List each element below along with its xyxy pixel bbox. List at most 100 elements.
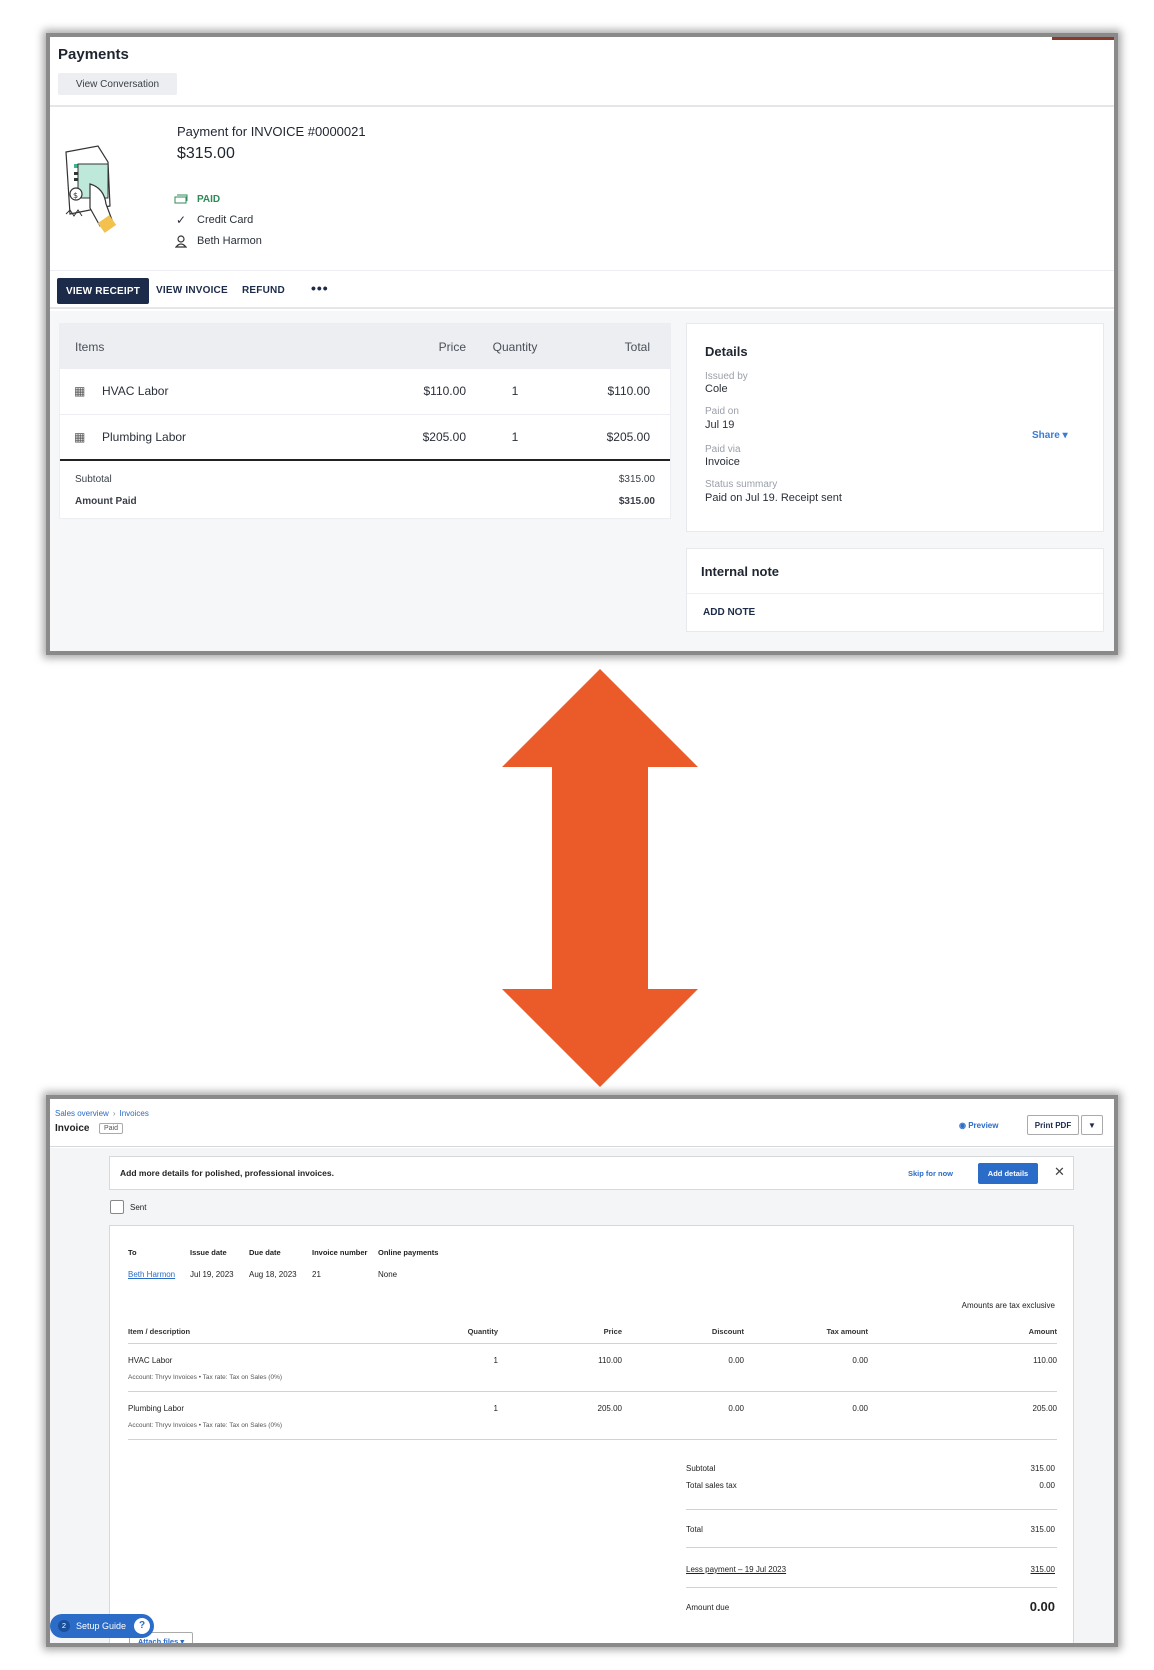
customer-name: Beth Harmon — [197, 235, 262, 247]
tax-note: Amounts are tax exclusive — [961, 1301, 1055, 1310]
action-bar: VIEW RECEIPT VIEW INVOICE REFUND ••• — [50, 271, 1114, 309]
chevron-down-icon[interactable]: ▼ — [1081, 1115, 1103, 1135]
header-quantity: Quantity — [492, 340, 538, 354]
item-quantity: 1 — [493, 1356, 498, 1365]
item-quantity: 1 — [493, 1404, 498, 1413]
receipt-illustration-icon: $ — [65, 145, 117, 233]
status-summary-label: Status summary — [705, 479, 778, 490]
invoice-number-label: Invoice number — [312, 1248, 368, 1257]
item-discount: 0.00 — [728, 1404, 744, 1413]
invoice-header: Sales overview › Invoices Invoice Paid ◉ P… — [50, 1099, 1114, 1147]
add-details-button[interactable]: Add details — [978, 1163, 1038, 1184]
item-account: Account: Thryv Invoices • Tax rate: Tax … — [128, 1374, 283, 1381]
page-title: Payments — [58, 46, 129, 63]
preview-label: Preview — [968, 1121, 999, 1130]
header-total: Total — [624, 340, 650, 354]
issued-by-value: Cole — [705, 383, 728, 395]
customer-row: Beth Harmon — [173, 234, 262, 248]
header-price: Price — [603, 1327, 622, 1336]
subtotal-value: 315.00 — [1030, 1464, 1055, 1473]
sales-tax-label: Total sales tax — [686, 1481, 737, 1490]
internal-note-card: Internal note ADD NOTE — [686, 548, 1104, 632]
less-payment-link[interactable]: Less payment – 19 Jul 2023 — [686, 1565, 786, 1574]
status-summary-value: Paid on Jul 19. Receipt sent — [705, 492, 842, 504]
header-amount: Amount — [1028, 1327, 1057, 1336]
invoice-number-value: 21 — [312, 1270, 321, 1279]
svg-text:$: $ — [73, 191, 78, 200]
preview-button[interactable]: ◉ Preview — [959, 1121, 998, 1130]
header-item: Item / description — [128, 1327, 191, 1336]
calendar-icon: ▦ — [74, 384, 86, 398]
page-title: Invoice — [55, 1123, 90, 1134]
setup-guide-button[interactable]: 2 Setup Guide ? — [50, 1614, 154, 1638]
to-label: To — [128, 1248, 137, 1257]
item-total: $205.00 — [606, 430, 650, 444]
print-pdf-button[interactable]: Print PDF — [1027, 1115, 1079, 1135]
table-row: HVAC Labor Account: Thryv Invoices • Tax… — [128, 1344, 1057, 1392]
view-receipt-button[interactable]: VIEW RECEIPT — [57, 278, 149, 304]
amount-due-label: Amount due — [686, 1603, 730, 1612]
details-banner: Add more details for polished, professio… — [109, 1156, 1074, 1190]
item-amount: 205.00 — [1032, 1404, 1057, 1413]
table-header: Item / description Quantity Price Discou… — [128, 1320, 1057, 1344]
less-payment-value[interactable]: 315.00 — [1031, 1565, 1055, 1574]
status-row: PAID — [173, 192, 220, 206]
item-name: HVAC Labor — [128, 1356, 173, 1365]
payment-summary: $ Payment for INVOICE #0000021 $315.00 P… — [50, 109, 1114, 271]
table-row: Plumbing Labor Account: Thryv Invoices •… — [128, 1392, 1057, 1440]
subtotal-label: Subtotal — [686, 1464, 716, 1473]
header-tax: Tax amount — [826, 1327, 868, 1336]
item-discount: 0.00 — [728, 1356, 744, 1365]
chevron-down-icon: ▾ — [1062, 430, 1068, 441]
item-name: Plumbing Labor — [128, 1404, 185, 1413]
arrow-shape — [502, 669, 698, 1087]
refund-link[interactable]: REFUND — [242, 285, 285, 296]
view-conversation-button[interactable]: View Conversation — [58, 73, 177, 95]
paid-on-label: Paid on — [705, 406, 739, 417]
invoice-card: To Issue date Due date Invoice number On… — [109, 1225, 1074, 1643]
invoice-panel: Sales overview › Invoices Invoice Paid ◉ P… — [46, 1095, 1118, 1647]
banner-text: Add more details for polished, professio… — [120, 1168, 334, 1178]
help-icon: ? — [134, 1618, 150, 1634]
header-price: Price — [438, 340, 466, 354]
header-discount: Discount — [711, 1327, 744, 1336]
check-icon: ✓ — [175, 213, 187, 227]
breadcrumb-sales-overview[interactable]: Sales overview — [55, 1109, 109, 1118]
method-row: ✓ Credit Card — [173, 213, 253, 227]
paid-on-value: Jul 19 — [705, 419, 735, 431]
issue-date-label: Issue date — [190, 1248, 227, 1257]
skip-for-now-link[interactable]: Skip for now — [908, 1169, 953, 1178]
header-items: Items — [75, 340, 105, 354]
sent-checkbox[interactable] — [110, 1200, 124, 1214]
setup-guide-count: 2 — [58, 1620, 70, 1632]
share-dropdown[interactable]: Share ▾ — [1032, 430, 1068, 441]
item-price: $110.00 — [423, 384, 467, 398]
invoice-body: Add more details for polished, professio… — [50, 1148, 1114, 1643]
status-badge: Paid — [99, 1123, 124, 1134]
divider — [686, 1547, 1057, 1548]
add-note-link[interactable]: ADD NOTE — [703, 607, 755, 618]
payments-header: Payments View Conversation — [50, 37, 1114, 107]
chevron-right-icon: › — [112, 1109, 116, 1118]
customer-link[interactable]: Beth Harmon — [128, 1270, 175, 1279]
item-tax: 0.00 — [852, 1404, 868, 1413]
breadcrumb: Sales overview › Invoices — [55, 1109, 149, 1118]
amount-paid-value: $315.00 — [618, 496, 655, 507]
calendar-icon: ▦ — [74, 430, 86, 444]
amount-due-value: 0.00 — [1029, 1599, 1055, 1614]
user-icon — [173, 234, 189, 248]
sent-label: Sent — [130, 1203, 147, 1212]
total-label: Total — [686, 1525, 703, 1534]
total-value: 315.00 — [1030, 1525, 1055, 1534]
details-card: Details Issued by Cole Paid on Jul 19 Sh… — [686, 323, 1104, 532]
setup-guide-label: Setup Guide — [76, 1621, 127, 1631]
items-table: Items Price Quantity Total ▦ HVAC Labor … — [59, 323, 671, 519]
close-icon[interactable]: ✕ — [1054, 1164, 1065, 1180]
subtotal-value: $315.00 — [618, 474, 655, 485]
item-name: Plumbing Labor — [102, 430, 187, 444]
details-title: Details — [705, 344, 748, 359]
breadcrumb-invoices[interactable]: Invoices — [119, 1109, 148, 1118]
view-invoice-link[interactable]: VIEW INVOICE — [156, 285, 228, 296]
table-row: ▦ Plumbing Labor $205.00 1 $205.00 — [60, 415, 670, 461]
more-options-icon[interactable]: ••• — [311, 280, 329, 296]
